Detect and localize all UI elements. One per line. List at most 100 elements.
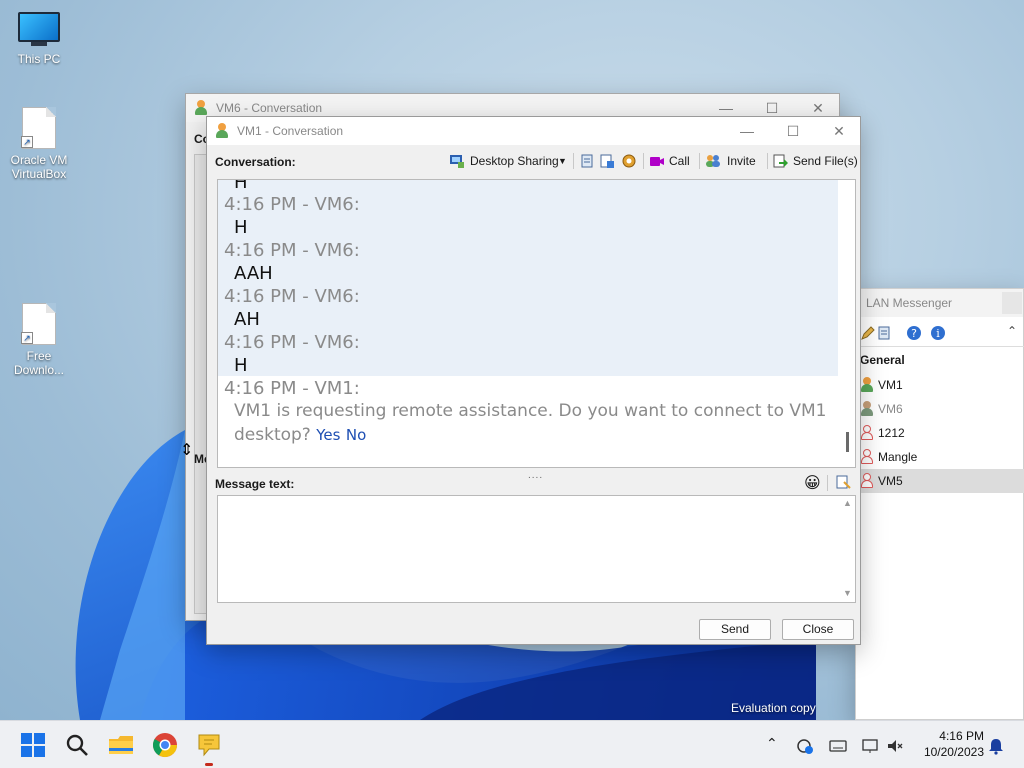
info-icon[interactable]: i bbox=[930, 325, 946, 341]
conversation-label: Conversation: bbox=[215, 155, 296, 169]
lan-messenger-icon[interactable] bbox=[195, 731, 223, 759]
chevron-up-icon[interactable]: ⌃ bbox=[766, 735, 778, 752]
contact-name: VM5 bbox=[878, 474, 903, 488]
shortcut-arrow-icon: ↗ bbox=[21, 136, 33, 148]
send-button[interactable]: Send bbox=[699, 619, 771, 640]
file-explorer-icon[interactable] bbox=[107, 731, 135, 759]
maximize-button[interactable]: ☐ bbox=[770, 117, 816, 145]
system-clock[interactable]: 4:16 PM 10/20/2023 bbox=[908, 728, 984, 760]
search-icon[interactable] bbox=[63, 731, 91, 759]
message-text-label: Message text: bbox=[215, 477, 295, 491]
user-online-icon bbox=[860, 377, 874, 392]
resize-cursor-icon: ⇕ bbox=[180, 442, 194, 459]
notification-bell-icon[interactable] bbox=[987, 737, 1005, 755]
contact-name: VM1 bbox=[878, 378, 903, 392]
edit-icon[interactable] bbox=[860, 325, 876, 341]
history-icon[interactable] bbox=[579, 153, 595, 169]
emoticon-icon[interactable]: 😀 bbox=[804, 473, 821, 493]
contact-item[interactable]: 1212 bbox=[856, 421, 1024, 445]
lan-messenger-window[interactable]: LAN Messenger ? i ⌃ General VM1 VM6 1212… bbox=[855, 288, 1024, 720]
message-input[interactable]: ▲ ▼ bbox=[217, 495, 856, 603]
title-bar[interactable]: VM1 - Conversation — ☐ ✕ bbox=[207, 117, 860, 145]
clock-date: 10/20/2023 bbox=[923, 745, 984, 759]
window-title: LAN Messenger bbox=[866, 296, 953, 310]
close-button[interactable] bbox=[1002, 292, 1022, 314]
transfers-icon[interactable] bbox=[599, 153, 615, 169]
start-windows-icon[interactable] bbox=[19, 731, 47, 759]
document-icon: ↗ bbox=[21, 303, 56, 345]
history-icon[interactable] bbox=[876, 325, 892, 341]
user-offline-icon bbox=[860, 473, 874, 488]
active-app-indicator bbox=[205, 763, 213, 766]
message-header: 4:16 PM - VM1: bbox=[224, 378, 360, 399]
desktop-icon-free-download[interactable]: ↗ Free Downlo... bbox=[4, 303, 74, 377]
desktop-icon-label: Oracle VM VirtualBox bbox=[10, 153, 68, 181]
close-dialog-button[interactable]: Close bbox=[782, 619, 854, 640]
taskbar: ⌃ 4:16 PM 10/20/2023 bbox=[0, 720, 1024, 768]
invite-label: Invite bbox=[727, 154, 756, 168]
scrollbar-thumb[interactable] bbox=[846, 432, 849, 452]
message-scrollbar[interactable]: ▲ ▼ bbox=[840, 496, 855, 602]
window-title: VM1 - Conversation bbox=[237, 124, 344, 138]
desktop-icon-this-pc[interactable]: This PC bbox=[4, 12, 74, 66]
message-body: H bbox=[234, 355, 248, 376]
user-icon bbox=[194, 100, 208, 115]
title-bar[interactable]: LAN Messenger bbox=[856, 289, 1023, 317]
remote-assistance-request: VM1 is requesting remote assistance. Do … bbox=[234, 399, 834, 447]
vm1-conversation-window[interactable]: VM1 - Conversation — ☐ ✕ Conversation: D… bbox=[206, 116, 861, 645]
group-label: General bbox=[860, 353, 905, 367]
help-icon[interactable]: ? bbox=[906, 325, 922, 341]
yes-link[interactable]: Yes bbox=[316, 426, 340, 444]
contact-item-selected[interactable]: VM5 bbox=[856, 469, 1024, 493]
contact-item[interactable]: VM6 bbox=[856, 397, 1024, 421]
settings-gear-icon[interactable] bbox=[621, 153, 637, 169]
user-offline-icon bbox=[860, 425, 874, 440]
chevron-up-icon[interactable]: ⌃ bbox=[1007, 324, 1017, 338]
network-icon[interactable] bbox=[861, 737, 879, 755]
conversation-view[interactable]: H 4:16 PM - VM6: H 4:16 PM - VM6: AAH 4:… bbox=[217, 179, 856, 468]
evaluation-watermark: Evaluation copy bbox=[731, 701, 816, 715]
font-icon[interactable] bbox=[835, 474, 851, 490]
message-body: AAH bbox=[234, 263, 273, 284]
onedrive-icon[interactable] bbox=[796, 737, 814, 755]
desktop-sharing-icon bbox=[450, 155, 464, 168]
message-header: 4:16 PM - VM6: bbox=[224, 240, 360, 261]
scroll-down-icon[interactable]: ▼ bbox=[843, 588, 852, 598]
keyboard-icon[interactable] bbox=[829, 737, 847, 755]
request-text-line1: VM1 is requesting remote assistance. Do … bbox=[234, 401, 827, 421]
scroll-up-icon[interactable]: ▲ bbox=[843, 498, 852, 508]
message-header: 4:16 PM - VM6: bbox=[224, 332, 360, 353]
contact-item[interactable]: Mangle bbox=[856, 445, 1024, 469]
invite-users-icon bbox=[706, 155, 720, 167]
message-body: H bbox=[234, 217, 248, 238]
desktop-sharing-label: Desktop Sharing bbox=[470, 154, 559, 168]
minimize-button[interactable]: — bbox=[724, 117, 770, 145]
dropdown-arrow-icon: ▼ bbox=[558, 156, 567, 166]
document-icon: ↗ bbox=[21, 107, 56, 149]
splitter-handle[interactable]: .... bbox=[528, 470, 543, 481]
message-header: 4:16 PM - VM6: bbox=[224, 286, 360, 307]
volume-muted-icon[interactable] bbox=[886, 737, 904, 755]
request-text-line2: desktop? bbox=[234, 425, 311, 445]
send-files-label: Send File(s) bbox=[793, 154, 858, 168]
contact-name: Mangle bbox=[878, 450, 918, 464]
desktop-icon-virtualbox[interactable]: ↗ Oracle VM VirtualBox bbox=[4, 107, 74, 181]
message-body: H bbox=[234, 179, 248, 193]
svg-text:i: i bbox=[936, 327, 940, 340]
close-button[interactable]: ✕ bbox=[816, 117, 862, 145]
window-title: VM6 - Conversation bbox=[216, 101, 323, 115]
contact-name: VM6 bbox=[878, 402, 903, 416]
user-away-icon bbox=[860, 401, 874, 416]
chrome-icon[interactable] bbox=[151, 731, 179, 759]
user-offline-icon bbox=[860, 449, 874, 464]
contact-item[interactable]: VM1 bbox=[856, 373, 1024, 397]
send-file-icon bbox=[773, 154, 788, 168]
user-icon bbox=[215, 123, 229, 138]
clock-time: 4:16 PM bbox=[939, 729, 984, 743]
shortcut-arrow-icon: ↗ bbox=[21, 332, 33, 344]
no-link[interactable]: No bbox=[346, 426, 366, 444]
contact-name: 1212 bbox=[878, 426, 905, 440]
svg-text:?: ? bbox=[911, 327, 917, 340]
call-label: Call bbox=[669, 154, 690, 168]
message-body: AH bbox=[234, 309, 260, 330]
